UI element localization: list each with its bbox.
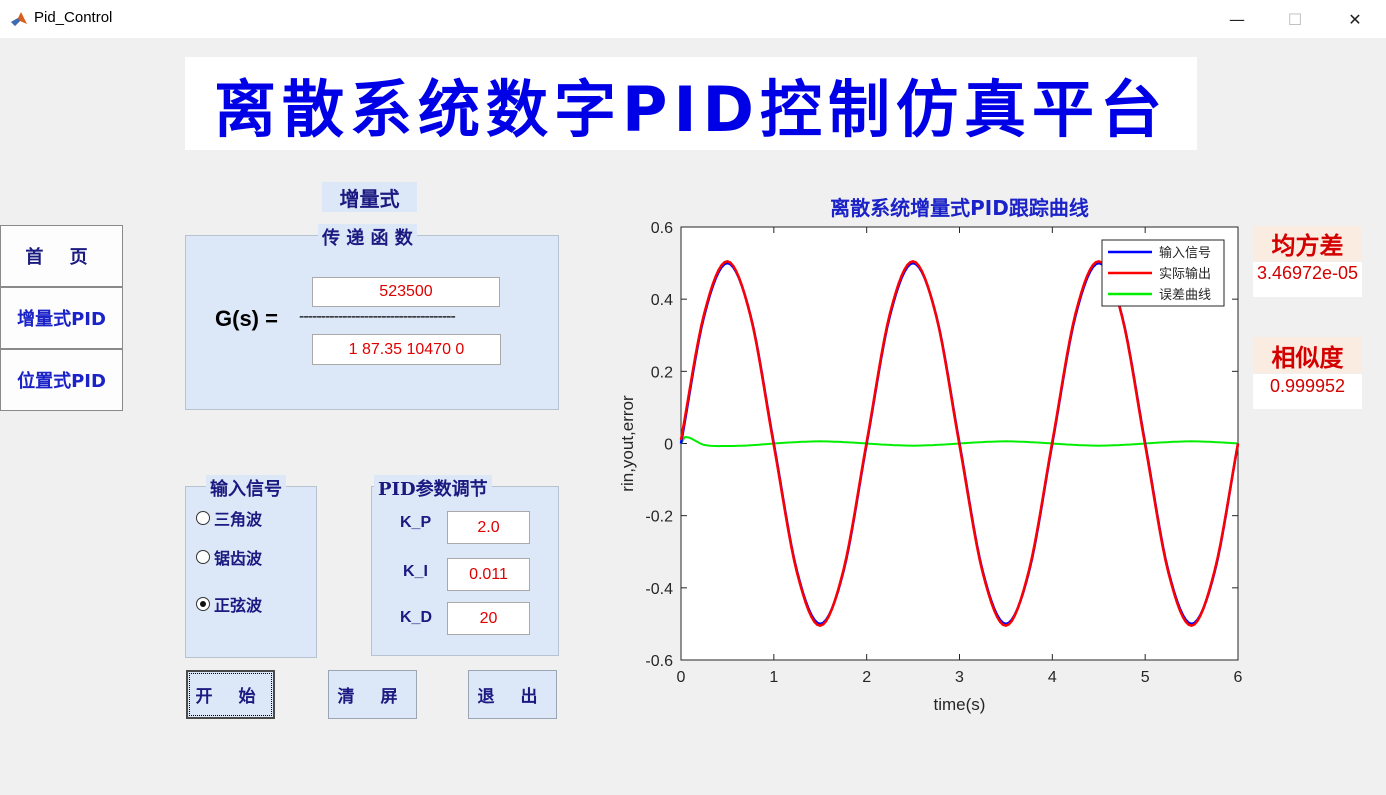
y-tick-label: 0 (664, 437, 673, 454)
mse-value: 3.46972e-05 (1253, 262, 1362, 297)
title-banner: 离散系统数字PID控制仿真平台 (185, 57, 1197, 150)
ki-label: K_I (403, 563, 428, 580)
x-tick-label: 3 (955, 669, 964, 686)
tracking-curve-chart: 0 1 2 3 4 5 6 0.6 0.4 0.2 0 -0.2 -0.4 -0.6 离散系统增量式PID跟… (618, 196, 1243, 714)
minimize-icon[interactable]: — (1208, 0, 1266, 38)
exit-button[interactable]: 退 出 (468, 670, 557, 719)
close-icon[interactable]: ✕ (1326, 0, 1384, 38)
maximize-icon[interactable]: ☐ (1266, 0, 1324, 38)
ki-input[interactable]: 0.011 (447, 558, 530, 591)
x-tick-label: 6 (1234, 669, 1243, 686)
similarity-label: 相似度 (1253, 337, 1362, 373)
chart-title: 离散系统增量式PID跟踪曲线 (830, 196, 1089, 220)
kp-input[interactable]: 2.0 (447, 511, 530, 544)
fraction-line: ------------------------------------ (299, 308, 456, 325)
mse-label: 均方差 (1253, 226, 1362, 261)
legend-label: 输入信号 (1159, 245, 1211, 261)
window-titlebar (0, 0, 1386, 38)
mode-label: 增量式 (322, 182, 417, 212)
x-tick-label: 2 (862, 669, 871, 686)
y-tick-label: 0.4 (651, 292, 673, 309)
radio-dot-icon (196, 511, 210, 525)
transfer-function-title: 传 递 函 数 (318, 224, 417, 250)
positional-pid-button[interactable]: 位置式PID (0, 349, 123, 411)
radio-label: 正弦波 (214, 596, 263, 615)
kp-label: K_P (400, 514, 432, 531)
radio-triangle-wave[interactable]: 三角波 (196, 506, 262, 530)
radio-selected-icon (196, 597, 210, 611)
y-tick-label: 0.6 (651, 220, 673, 237)
incremental-pid-button[interactable]: 增量式PID (0, 287, 123, 349)
window-title: Pid_Control (34, 9, 113, 26)
y-tick-label: -0.4 (645, 581, 673, 598)
x-axis-label: time(s) (934, 695, 986, 714)
radio-sine-wave[interactable]: 正弦波 (196, 592, 262, 616)
banner-title: 离散系统数字PID控制仿真平台 (214, 72, 1168, 146)
denominator-input[interactable]: 1 87.35 10470 0 (312, 334, 501, 365)
kd-input[interactable]: 20 (447, 602, 530, 635)
clear-screen-button[interactable]: 清 屏 (328, 670, 417, 719)
input-signal-title: 输入信号 (206, 475, 286, 501)
kd-label: K_D (400, 609, 433, 626)
y-axis-label: rin,yout,error (618, 395, 637, 492)
y-tick-label: 0.2 (651, 364, 673, 381)
pid-parameter-title: PID参数调节 (374, 475, 492, 501)
transfer-function-label: G(s) = (215, 306, 278, 331)
x-tick-label: 5 (1141, 669, 1150, 686)
radio-label: 三角波 (214, 510, 263, 529)
legend-label: 误差曲线 (1159, 288, 1211, 303)
y-tick-label: -0.2 (645, 509, 673, 526)
radio-dot-icon (196, 550, 210, 564)
x-tick-label: 1 (769, 669, 778, 686)
home-button[interactable]: 首 页 (0, 225, 123, 287)
x-tick-label: 0 (677, 669, 686, 686)
legend-label: 实际输出 (1159, 266, 1211, 282)
radio-label: 锯齿波 (214, 549, 263, 568)
y-tick-label: -0.6 (645, 653, 673, 670)
radio-sawtooth-wave[interactable]: 锯齿波 (196, 545, 262, 569)
matlab-app-icon (11, 12, 27, 26)
x-tick-label: 4 (1048, 669, 1057, 686)
numerator-input[interactable]: 523500 (312, 277, 500, 307)
start-button[interactable]: 开 始 (186, 670, 275, 719)
similarity-value: 0.999952 (1253, 374, 1362, 409)
